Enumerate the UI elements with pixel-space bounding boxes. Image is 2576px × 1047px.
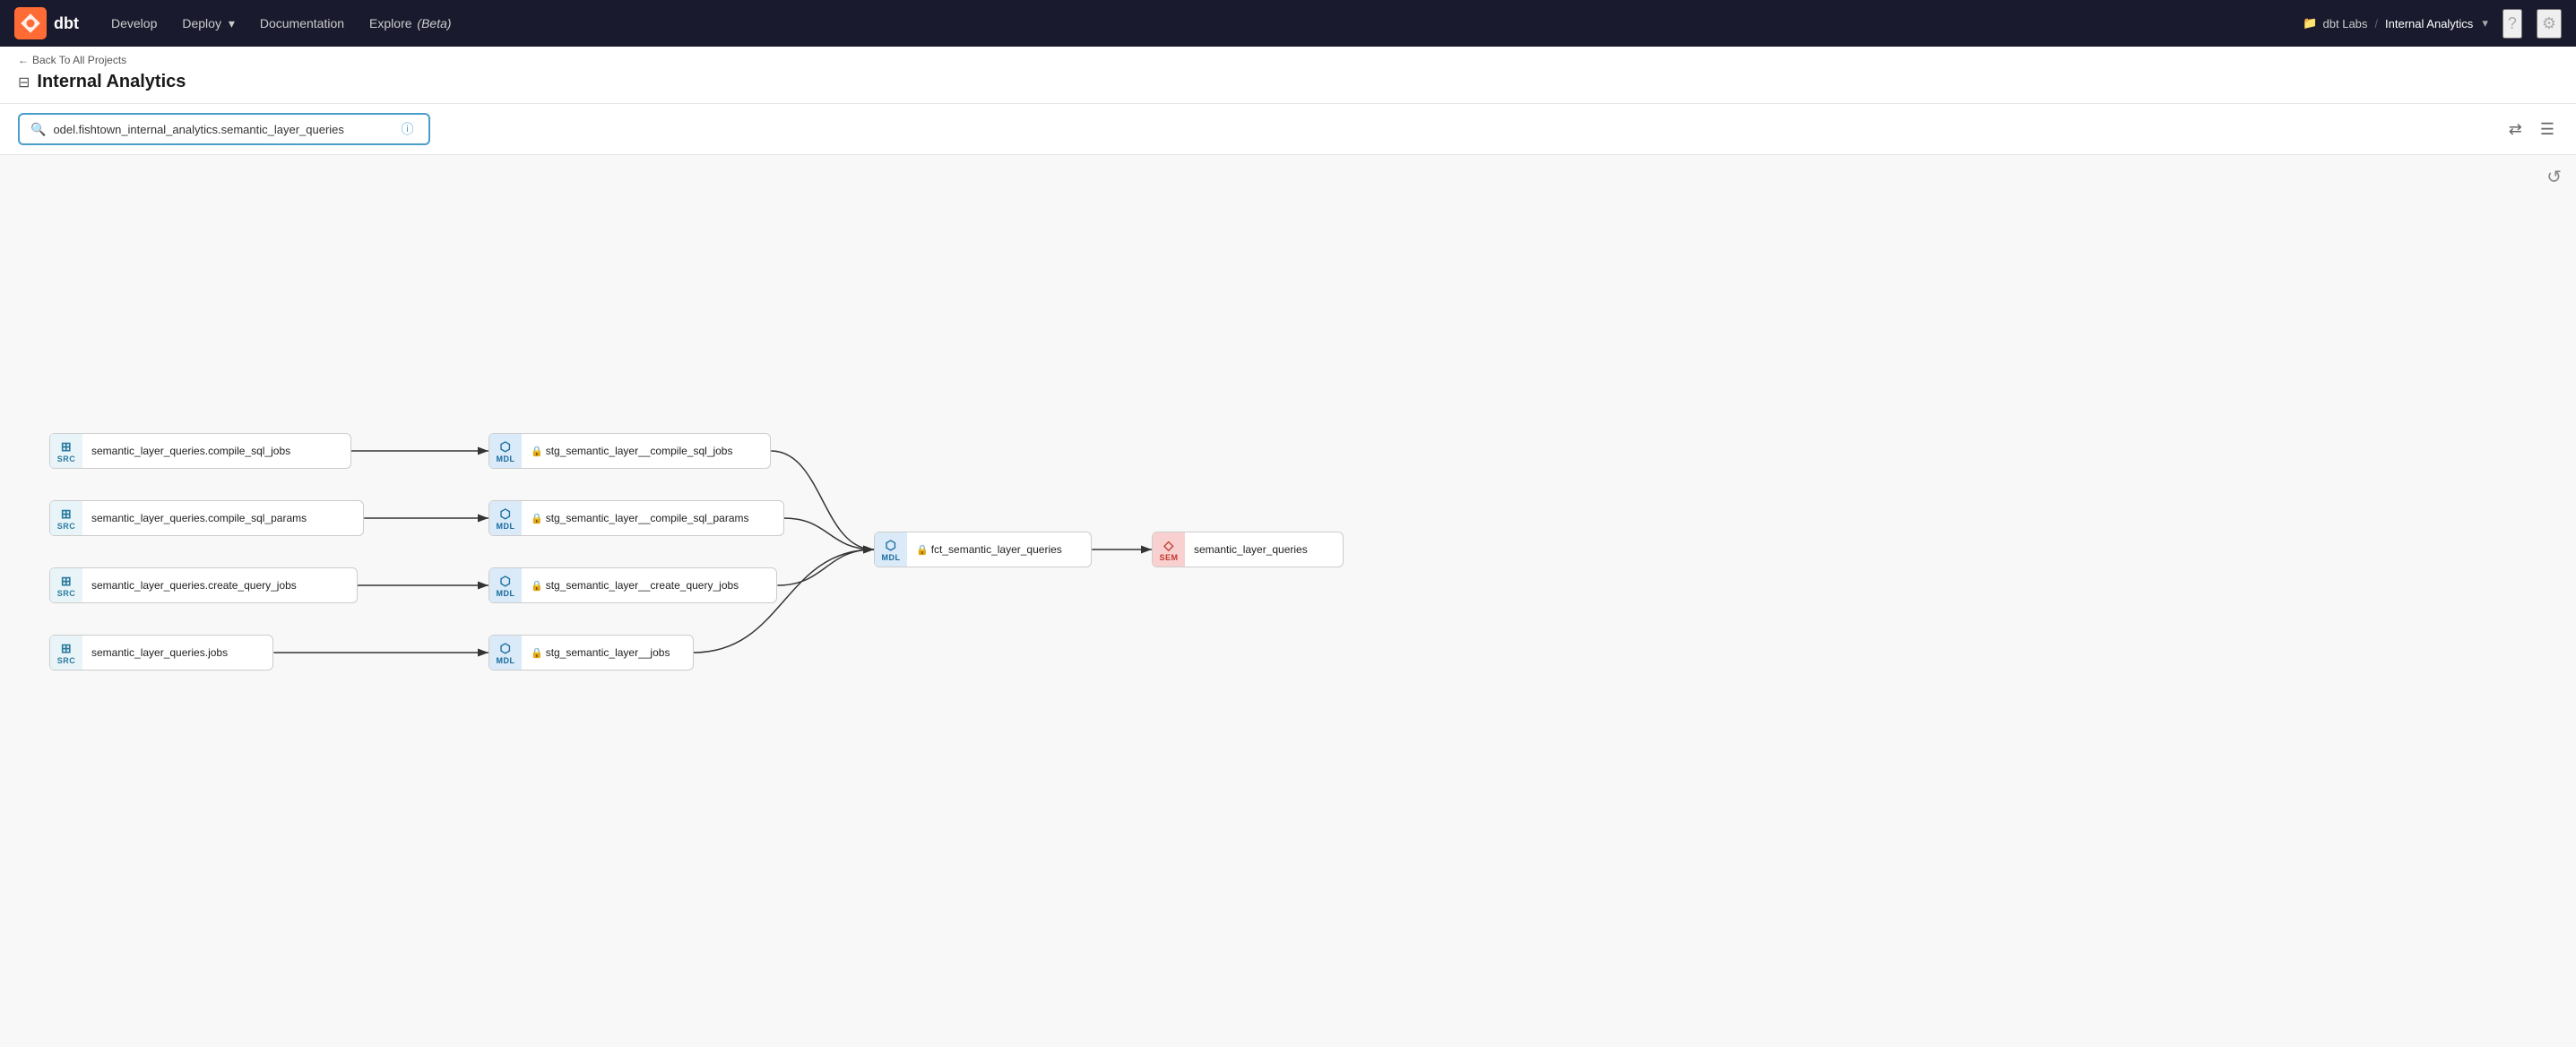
node-badge-src1: ⊞SRC bbox=[50, 434, 82, 468]
node-badge-sem1: ◇SEM bbox=[1153, 532, 1185, 567]
info-icon[interactable]: ⓘ bbox=[401, 120, 413, 138]
node-mdl3[interactable]: ⬡MDL🔒stg_semantic_layer__create_query_jo… bbox=[488, 567, 777, 603]
node-fct1[interactable]: ⬡MDL🔒fct_semantic_layer_queries bbox=[874, 532, 1092, 567]
nav-deploy[interactable]: Deploy ▾ bbox=[171, 11, 246, 37]
back-label[interactable]: Back To All Projects bbox=[32, 54, 126, 66]
menu-button[interactable]: ☰ bbox=[2537, 117, 2558, 143]
nav-develop[interactable]: Develop bbox=[100, 11, 168, 36]
node-badge-fct1: ⬡MDL bbox=[875, 532, 907, 567]
node-src4[interactable]: ⊞SRCsemantic_layer_queries.jobs bbox=[49, 635, 273, 671]
share-button[interactable]: ⇄ bbox=[2505, 117, 2526, 143]
node-src3[interactable]: ⊞SRCsemantic_layer_queries.create_query_… bbox=[49, 567, 358, 603]
nav-explore[interactable]: Explore (Beta) bbox=[359, 11, 462, 36]
node-mdl2[interactable]: ⬡MDL🔒stg_semantic_layer__compile_sql_par… bbox=[488, 500, 784, 536]
logo-text: dbt bbox=[54, 14, 79, 33]
nav-links: Develop Deploy ▾ Documentation Explore (… bbox=[100, 11, 2295, 37]
node-badge-mdl2: ⬡MDL bbox=[489, 501, 522, 535]
path-separator: / bbox=[2374, 17, 2378, 30]
node-label-mdl2: 🔒stg_semantic_layer__compile_sql_params bbox=[522, 508, 757, 528]
node-label-src1: semantic_layer_queries.compile_sql_jobs bbox=[82, 441, 299, 461]
node-mdl4[interactable]: ⬡MDL🔒stg_semantic_layer__jobs bbox=[488, 635, 694, 671]
project-icon: ⊟ bbox=[18, 74, 30, 91]
node-label-mdl3: 🔒stg_semantic_layer__create_query_jobs bbox=[522, 575, 748, 595]
search-icon: 🔍 bbox=[30, 122, 46, 137]
node-src1[interactable]: ⊞SRCsemantic_layer_queries.compile_sql_j… bbox=[49, 433, 351, 469]
help-button[interactable]: ? bbox=[2503, 9, 2522, 39]
node-mdl1[interactable]: ⬡MDL🔒stg_semantic_layer__compile_sql_job… bbox=[488, 433, 771, 469]
nav-docs[interactable]: Documentation bbox=[249, 11, 355, 36]
node-sem1[interactable]: ◇SEMsemantic_layer_queries bbox=[1152, 532, 1344, 567]
node-badge-mdl1: ⬡MDL bbox=[489, 434, 522, 468]
node-label-fct1: 🔒fct_semantic_layer_queries bbox=[907, 540, 1071, 559]
node-badge-src4: ⊞SRC bbox=[50, 636, 82, 670]
node-label-mdl4: 🔒stg_semantic_layer__jobs bbox=[522, 643, 679, 662]
node-badge-src3: ⊞SRC bbox=[50, 568, 82, 602]
node-label-src3: semantic_layer_queries.create_query_jobs bbox=[82, 575, 306, 595]
node-badge-src2: ⊞SRC bbox=[50, 501, 82, 535]
page-title: Internal Analytics bbox=[37, 72, 186, 92]
folder-icon: 📁 bbox=[2303, 16, 2317, 30]
page-title-row: ⊟ Internal Analytics bbox=[18, 72, 2558, 92]
back-link[interactable]: ← Back To All Projects bbox=[18, 54, 2558, 66]
search-input[interactable] bbox=[53, 123, 393, 136]
node-label-sem1: semantic_layer_queries bbox=[1185, 540, 1317, 559]
node-src2[interactable]: ⊞SRCsemantic_layer_queries.compile_sql_p… bbox=[49, 500, 364, 536]
node-label-src4: semantic_layer_queries.jobs bbox=[82, 643, 237, 662]
node-badge-mdl4: ⬡MDL bbox=[489, 636, 522, 670]
search-box[interactable]: 🔍 ⓘ bbox=[18, 113, 430, 145]
subheader: ← Back To All Projects ⊟ Internal Analyt… bbox=[0, 47, 2576, 104]
org-name: dbt Labs bbox=[2323, 17, 2368, 30]
refresh-button[interactable]: ↺ bbox=[2546, 166, 2562, 188]
node-label-mdl1: 🔒stg_semantic_layer__compile_sql_jobs bbox=[522, 441, 741, 461]
toolbar: 🔍 ⓘ ⇄ ☰ bbox=[0, 104, 2576, 155]
project-name: Internal Analytics bbox=[2385, 17, 2473, 30]
node-badge-mdl3: ⬡MDL bbox=[489, 568, 522, 602]
lineage-arrows bbox=[0, 155, 2576, 1032]
top-navigation: dbt Develop Deploy ▾ Documentation Explo… bbox=[0, 0, 2576, 47]
nav-right: 📁 dbt Labs / Internal Analytics ▾ ? ⚙ bbox=[2303, 9, 2562, 39]
lineage-canvas: ↺ ⊞SRCsemantic_layer_queries.compile_sql… bbox=[0, 155, 2576, 1032]
logo[interactable]: dbt bbox=[14, 7, 79, 39]
toolbar-right: ⇄ ☰ bbox=[2505, 117, 2558, 143]
back-arrow-icon: ← bbox=[18, 54, 29, 66]
node-label-src2: semantic_layer_queries.compile_sql_param… bbox=[82, 508, 316, 528]
project-selector[interactable]: 📁 dbt Labs / Internal Analytics ▾ bbox=[2303, 16, 2488, 30]
settings-button[interactable]: ⚙ bbox=[2537, 9, 2562, 39]
